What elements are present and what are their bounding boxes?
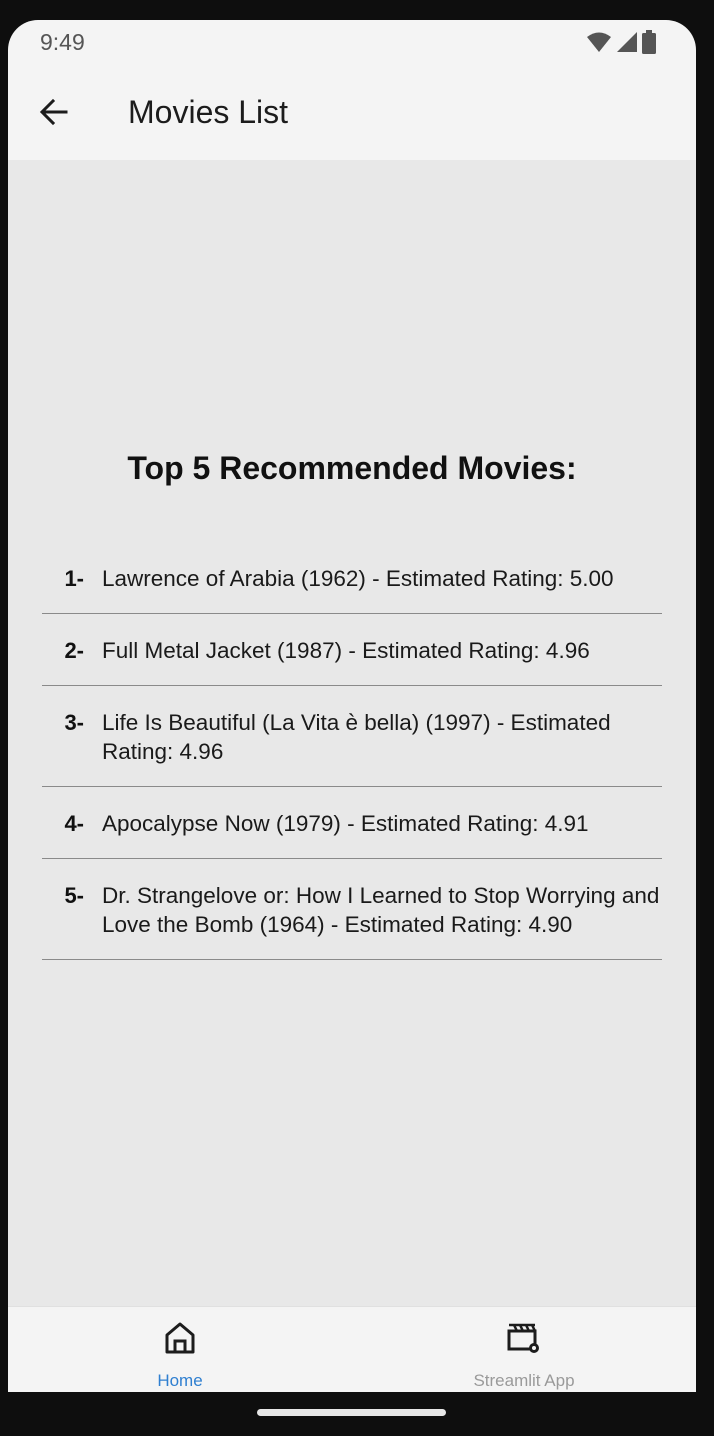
back-button[interactable] <box>28 86 80 138</box>
list-heading: Top 5 Recommended Movies: <box>127 450 577 486</box>
home-icon <box>165 1322 195 1354</box>
movie-title-rating: Life Is Beautiful (La Vita è bella) (199… <box>102 710 611 764</box>
movie-rank: 4- <box>64 811 84 836</box>
movie-list: 1- Lawrence of Arabia (1962) - Estimated… <box>42 542 662 960</box>
status-time: 9:49 <box>40 29 85 55</box>
gesture-handle[interactable] <box>257 1409 446 1416</box>
signal-icon <box>617 32 637 52</box>
bottom-navigation: Home Streamlit App <box>8 1306 696 1392</box>
nav-tab-home[interactable]: Home <box>8 1307 352 1392</box>
movie-rank: 5- <box>64 883 84 908</box>
movie-item: 2- Full Metal Jacket (1987) - Estimated … <box>42 614 662 686</box>
page-title: Movies List <box>128 94 289 130</box>
movie-title-rating: Dr. Strangelove or: How I Learned to Sto… <box>102 883 660 937</box>
nav-tab-streamlit-app[interactable]: Streamlit App <box>352 1307 696 1392</box>
phone-screen: 9:49 Movies List Top 5 Recommended Movie… <box>8 20 696 1392</box>
wifi-icon <box>587 32 611 52</box>
movie-title-rating: Full Metal Jacket (1987) - Estimated Rat… <box>102 638 590 663</box>
app-bar: Movies List <box>8 66 696 160</box>
movie-rank: 1- <box>64 566 84 591</box>
movie-settings-icon <box>507 1323 539 1353</box>
movie-rank: 2- <box>64 638 84 663</box>
movie-item: 3- Life Is Beautiful (La Vita è bella) (… <box>42 686 662 787</box>
status-bar: 9:49 <box>8 20 696 66</box>
main-content: Top 5 Recommended Movies: 1- Lawrence of… <box>8 160 696 1306</box>
movie-rank: 3- <box>64 710 84 735</box>
nav-label-streamlit-app: Streamlit App <box>473 1371 575 1390</box>
nav-label-home: Home <box>157 1371 203 1390</box>
movie-item: 5- Dr. Strangelove or: How I Learned to … <box>42 859 662 960</box>
battery-icon <box>642 30 656 54</box>
movie-title-rating: Apocalypse Now (1979) - Estimated Rating… <box>102 811 589 836</box>
arrow-left-icon <box>39 98 68 126</box>
movie-title-rating: Lawrence of Arabia (1962) - Estimated Ra… <box>102 566 614 591</box>
movie-item: 4- Apocalypse Now (1979) - Estimated Rat… <box>42 787 662 859</box>
status-icons <box>586 30 656 54</box>
movie-item: 1- Lawrence of Arabia (1962) - Estimated… <box>42 542 662 614</box>
